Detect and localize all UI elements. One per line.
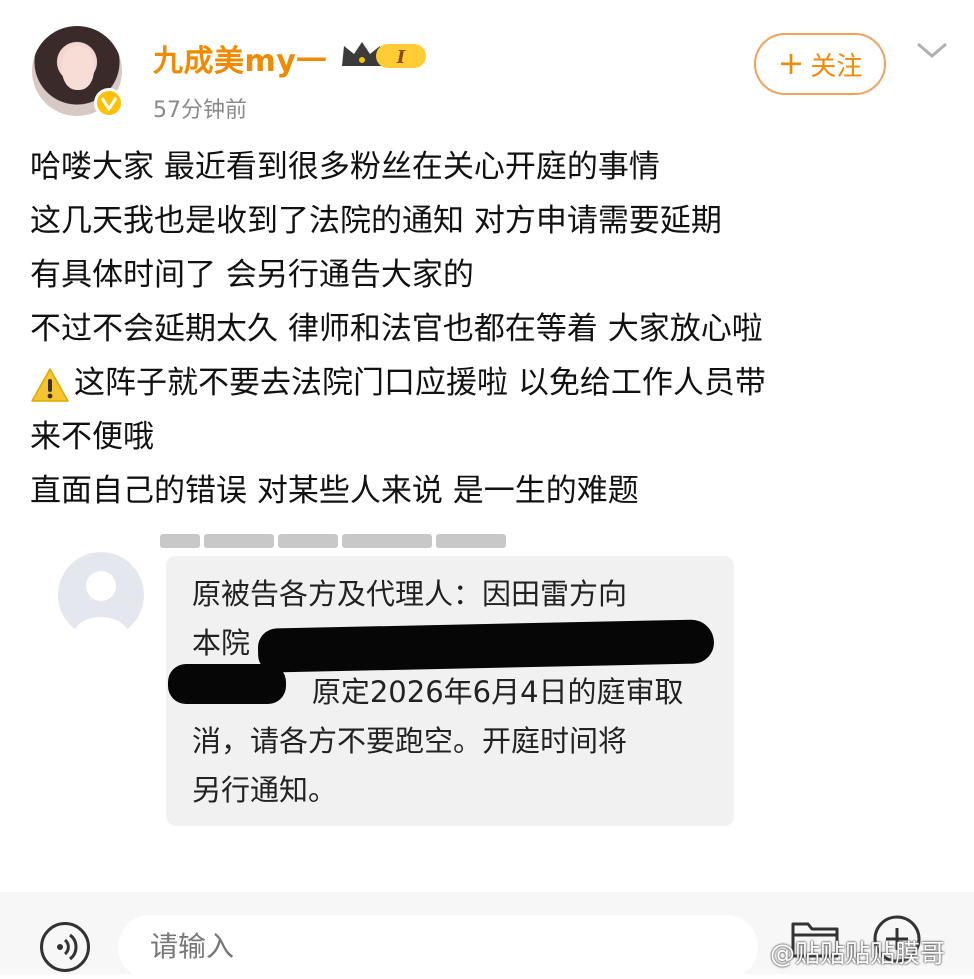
notice-line: 原被告各方及代理人：因田雷方向 xyxy=(192,577,628,611)
verified-v-icon xyxy=(94,88,124,118)
follow-button[interactable]: + 关注 xyxy=(754,33,886,95)
post-line: 哈喽大家 最近看到很多粉丝在关心开庭的事情 xyxy=(30,149,660,185)
clipped-text-line xyxy=(160,526,520,548)
post-content: 哈喽大家 最近看到很多粉丝在关心开庭的事情 这几天我也是收到了法院的通知 对方申… xyxy=(30,140,960,518)
post-line: 来不便哦 xyxy=(30,419,154,455)
post-line: 不过不会延期太久 律师和法官也都在等着 大家放心啦 xyxy=(30,311,763,347)
notice-line: 消，请各方不要跑空。开庭时间将 xyxy=(192,724,628,758)
level-badge-text: I xyxy=(396,47,406,68)
default-avatar-icon xyxy=(58,552,144,638)
post-header: 九成美my一 I 57分钟前 + 关注 xyxy=(0,0,974,140)
comment-input[interactable]: 请输入 xyxy=(118,915,758,979)
plus-icon: + xyxy=(777,44,805,82)
watermark: @贴贴贴贴膜哥 xyxy=(770,939,946,968)
follow-label: 关注 xyxy=(810,51,863,82)
voice-icon[interactable] xyxy=(40,922,90,972)
username[interactable]: 九成美my一 xyxy=(153,36,327,80)
post-line: 这阵子就不要去法院门口应援啦 以免给工作人员带 xyxy=(74,365,766,401)
redaction-mark xyxy=(168,664,286,704)
crown-level-icon: I xyxy=(342,42,426,68)
post-line: 有具体时间了 会另行通告大家的 xyxy=(30,257,474,293)
post-time: 57分钟前 xyxy=(153,98,247,123)
chevron-down-icon[interactable] xyxy=(914,38,950,62)
post-line: 这几天我也是收到了法院的通知 对方申请需要延期 xyxy=(30,203,722,239)
warning-icon xyxy=(31,367,69,402)
post-line-warning: 这阵子就不要去法院门口应援啦 以免给工作人员带 xyxy=(30,356,960,410)
notice-line: 另行通知。 xyxy=(192,773,338,807)
post-line: 直面自己的错误 对某些人来说 是一生的难题 xyxy=(30,473,639,509)
